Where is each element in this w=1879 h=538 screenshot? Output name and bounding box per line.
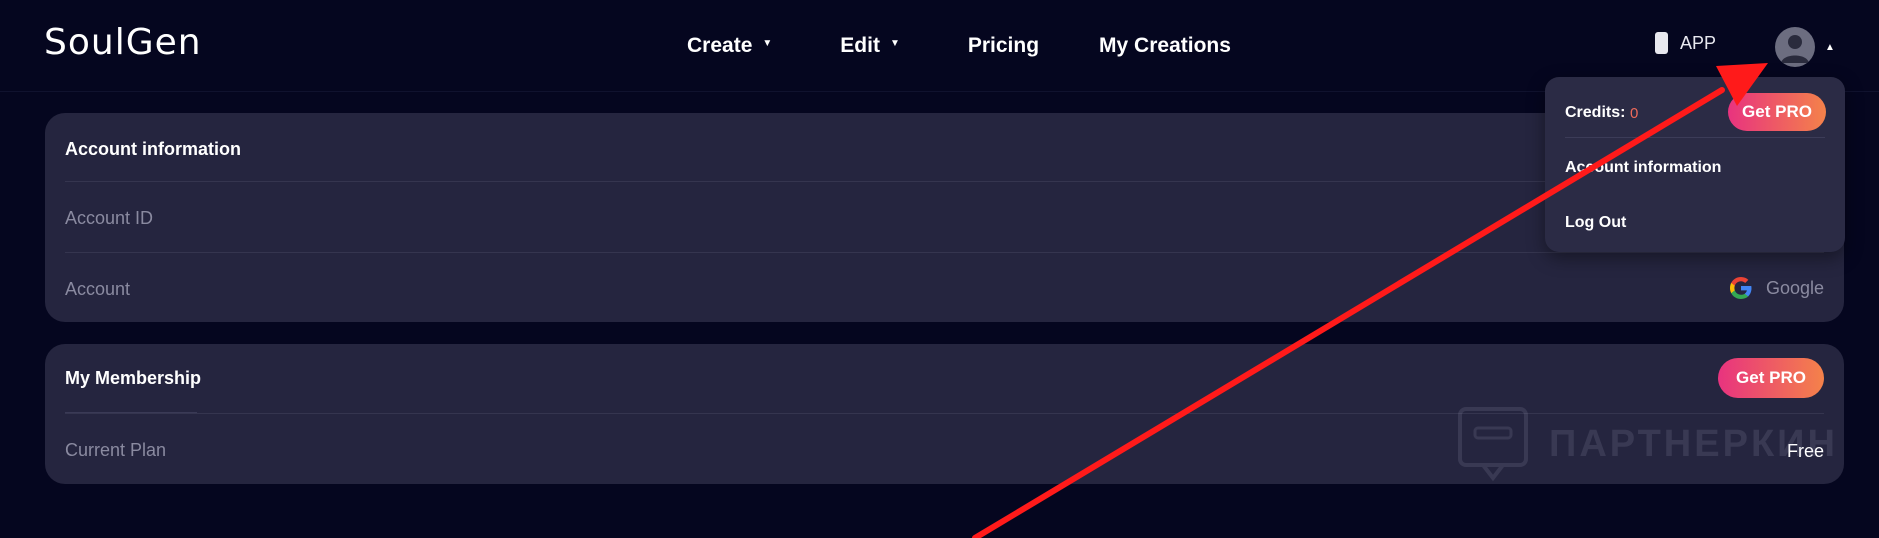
get-pro-button[interactable]: Get PRO <box>1718 358 1824 398</box>
nav-create-label: Create <box>687 34 753 57</box>
account-dropdown-menu: Credits: 0 Get PRO Account information L… <box>1545 77 1845 252</box>
chat-bubble-icon <box>1458 407 1528 482</box>
account-provider-text: Google <box>1765 277 1824 298</box>
my-membership-title: My Membership <box>65 368 202 388</box>
account-information-title: Account information <box>65 139 241 159</box>
watermark-text: ПАРТНЕРКИН <box>1549 422 1838 465</box>
nav-pricing[interactable]: Pricing <box>968 34 1039 58</box>
watermark: ПАРТНЕРКИН <box>1457 406 1838 482</box>
account-id-label: Account ID <box>65 208 154 228</box>
credits-value: 0 <box>1630 105 1639 122</box>
nav-my-creations-label: My Creations <box>1099 34 1231 57</box>
app-label: APP <box>1680 32 1717 53</box>
divider <box>65 252 1824 253</box>
account-label: Account <box>65 279 131 299</box>
divider <box>1565 137 1825 138</box>
user-avatar-icon[interactable] <box>1775 27 1815 67</box>
app-download-link[interactable]: APP <box>1655 32 1716 54</box>
nav-edit[interactable]: Edit ▼ <box>840 34 900 58</box>
phone-icon <box>1655 32 1668 54</box>
google-icon <box>1729 277 1752 299</box>
caret-down-icon: ▼ <box>889 37 900 49</box>
nav-create[interactable]: Create ▼ <box>687 34 772 58</box>
nav-pricing-label: Pricing <box>967 34 1040 57</box>
nav-edit-label: Edit <box>840 34 880 57</box>
current-plan-label: Current Plan <box>65 440 167 460</box>
menu-item-account-information[interactable]: Account information <box>1565 159 1721 177</box>
soulgen-logo[interactable]: SoulGen <box>44 22 202 63</box>
caret-up-icon[interactable]: ▲ <box>1825 42 1835 53</box>
nav-my-creations[interactable]: My Creations <box>1099 34 1231 58</box>
credits-label: Credits: <box>1565 104 1626 121</box>
menu-item-log-out[interactable]: Log Out <box>1565 214 1626 232</box>
dropdown-get-pro-button[interactable]: Get PRO <box>1728 93 1826 131</box>
account-value: Google <box>1728 275 1824 301</box>
caret-down-icon: ▼ <box>762 37 773 49</box>
main-nav: Create ▼ Edit ▼ Pricing My Creations <box>687 34 1231 58</box>
